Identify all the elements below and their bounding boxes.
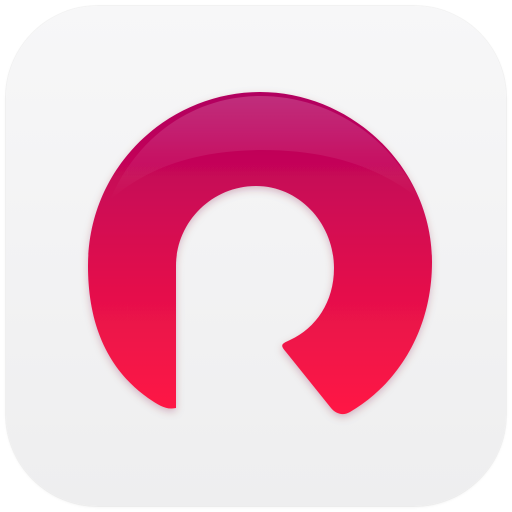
- circular-arrow-r-logo-icon: [88, 92, 432, 415]
- app-icon-canvas: app-icon: [0, 0, 512, 512]
